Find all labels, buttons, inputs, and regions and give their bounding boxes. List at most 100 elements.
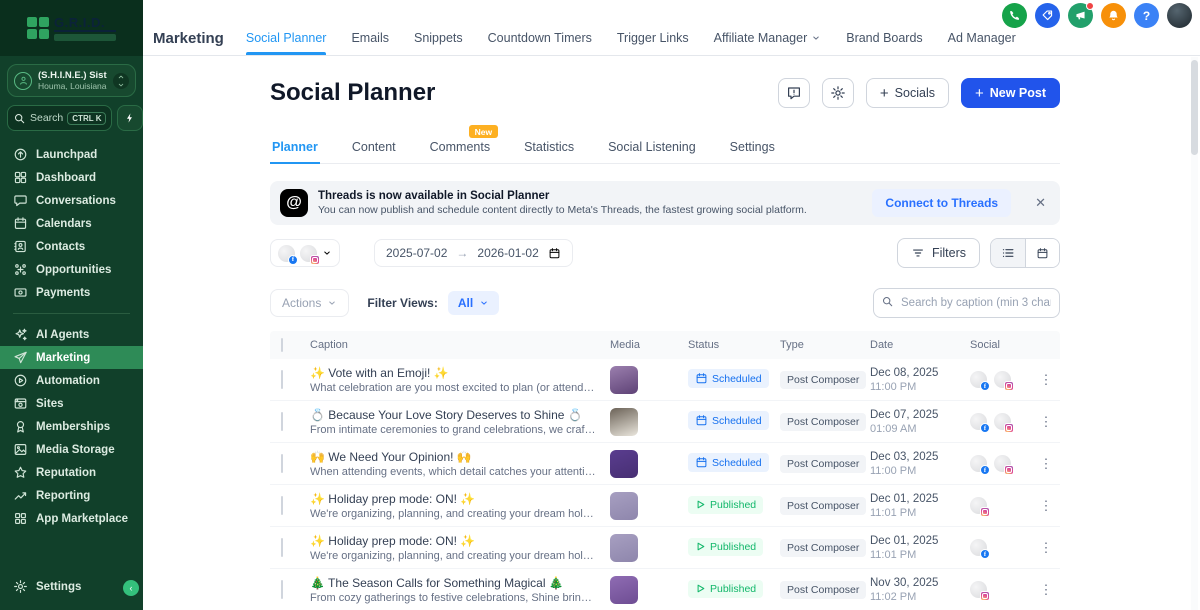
row-menu-button[interactable]: ⋮ <box>1032 540 1060 556</box>
sidebar-item-opportunities[interactable]: Opportunities <box>0 258 143 281</box>
sidebar-item-reporting[interactable]: Reporting <box>0 484 143 507</box>
plus-icon: + <box>974 84 984 102</box>
row-checkbox[interactable] <box>281 369 283 389</box>
sidebar-item-media-storage[interactable]: Media Storage <box>0 438 143 461</box>
status-badge: Published <box>688 537 764 556</box>
help-icon[interactable]: ? <box>1134 3 1159 28</box>
calendar-view-button[interactable] <box>1025 239 1059 267</box>
media-thumbnail[interactable] <box>610 407 638 436</box>
tab-settings[interactable]: Settings <box>728 134 777 163</box>
table-row[interactable]: 💍 Because Your Love Story Deserves to Sh… <box>270 401 1060 443</box>
media-thumbnail[interactable] <box>610 533 638 562</box>
topnav-tab-snippets[interactable]: Snippets <box>414 21 463 55</box>
row-menu-button[interactable]: ⋮ <box>1032 414 1060 430</box>
sidebar-item-dashboard[interactable]: Dashboard <box>0 166 143 189</box>
calendar-icon <box>1036 247 1049 260</box>
select-all-checkbox[interactable] <box>281 338 283 352</box>
planner-settings-button[interactable] <box>821 78 854 108</box>
topnav-tab-social-planner[interactable]: Social Planner <box>245 21 326 55</box>
media-thumbnail[interactable] <box>610 575 638 604</box>
sidebar-item-app-marketplace[interactable]: App Marketplace <box>0 507 143 530</box>
media-thumbnail[interactable] <box>610 365 638 394</box>
sidebar-item-settings[interactable]: Settings <box>0 575 143 598</box>
row-menu-button[interactable]: ⋮ <box>1032 372 1060 388</box>
row-menu-button[interactable]: ⋮ <box>1032 582 1060 598</box>
table-row[interactable]: ✨ Holiday prep mode: ON! ✨ We're organizi… <box>270 485 1060 527</box>
app-marketplace-icon <box>13 511 28 526</box>
sidebar-item-conversations[interactable]: Conversations <box>0 189 143 212</box>
sidebar-collapse-button[interactable]: ‹ <box>123 580 139 596</box>
facebook-icon: f <box>980 381 990 391</box>
sidebar-item-label: Reporting <box>36 489 91 502</box>
sidebar-search-input[interactable]: Search CTRL K <box>7 105 113 131</box>
post-caption-title: 🎄 The Season Calls for Something Magical… <box>310 575 564 590</box>
bell-icon[interactable] <box>1101 3 1126 28</box>
sidebar-item-contacts[interactable]: Contacts <box>0 235 143 258</box>
feedback-button[interactable] <box>777 78 810 108</box>
facebook-icon: f <box>980 549 990 559</box>
quick-actions-button[interactable] <box>117 105 144 131</box>
banner-close-icon[interactable]: ✕ <box>1035 195 1046 211</box>
row-checkbox[interactable] <box>281 453 283 473</box>
topnav-tab-countdown-timers[interactable]: Countdown Timers <box>488 21 592 55</box>
tab-content[interactable]: Content <box>350 134 398 163</box>
topnav-tab-brand-boards[interactable]: Brand Boards <box>846 21 922 55</box>
topnav-section[interactable]: Marketing <box>153 30 224 47</box>
sidebar-item-payments[interactable]: Payments <box>0 281 143 304</box>
topnav-tab-affiliate-manager[interactable]: Affiliate Manager <box>714 21 822 55</box>
sidebar-item-launchpad[interactable]: Launchpad <box>0 143 143 166</box>
sidebar: G.R.I.D. (S.H.I.N.E.) Sisters ... Houma,… <box>0 0 144 610</box>
sidebar-item-marketing[interactable]: Marketing <box>0 346 143 369</box>
table-row[interactable]: ✨ Vote with an Emoji! ✨ What celebration … <box>270 359 1060 401</box>
socials-button[interactable]: + Socials <box>865 78 949 108</box>
media-thumbnail[interactable] <box>610 449 638 478</box>
sidebar-item-automation[interactable]: Automation <box>0 369 143 392</box>
facebook-account-avatar: f <box>278 244 298 265</box>
tab-comments[interactable]: Comments New <box>428 125 499 163</box>
media-thumbnail[interactable] <box>610 491 638 520</box>
megaphone-icon[interactable] <box>1068 2 1094 28</box>
workspace-switcher[interactable]: (S.H.I.N.E.) Sisters ... Houma, Louisian… <box>7 64 136 97</box>
new-post-button[interactable]: + New Post <box>960 78 1060 108</box>
sidebar-item-calendars[interactable]: Calendars <box>0 212 143 235</box>
table-row[interactable]: 🙌 We Need Your Opinion! 🙌 When attending … <box>270 443 1060 485</box>
sidebar-item-label: Marketing <box>36 351 91 364</box>
table-row[interactable]: ✨ Holiday prep mode: ON! ✨ We're organizi… <box>270 527 1060 569</box>
table-row[interactable]: 🎄 The Season Calls for Something Magical… <box>270 569 1060 610</box>
user-avatar[interactable] <box>1167 3 1192 28</box>
row-checkbox[interactable] <box>281 411 283 431</box>
table-header: Caption Media Status Type Date Social <box>270 331 1060 359</box>
topnav-tab-emails[interactable]: Emails <box>351 21 389 55</box>
post-date: Dec 01, 2025 <box>870 492 939 505</box>
post-time: 01:09 AM <box>870 422 917 435</box>
caption-search-input[interactable] <box>873 288 1060 318</box>
date-range-picker[interactable]: 2025-07-02 → 2026-01-02 <box>374 239 573 267</box>
sidebar-item-memberships[interactable]: Memberships <box>0 415 143 438</box>
chevron-down-icon <box>327 298 337 308</box>
settings-icon <box>13 579 28 594</box>
sidebar-item-ai-agents[interactable]: AI Agents <box>0 323 143 346</box>
phone-icon[interactable] <box>1002 3 1027 28</box>
tab-statistics[interactable]: Statistics <box>522 134 576 163</box>
post-caption-title: ✨ Holiday prep mode: ON! ✨ <box>310 533 476 548</box>
filters-button[interactable]: Filters <box>896 238 980 268</box>
actions-dropdown[interactable]: Actions <box>270 289 350 317</box>
tab-social-listening[interactable]: Social Listening <box>606 134 698 163</box>
connect-to-threads-button[interactable]: Connect to Threads <box>872 189 1012 217</box>
row-checkbox[interactable] <box>281 495 283 515</box>
sidebar-item-label: Reputation <box>36 466 97 479</box>
row-menu-button[interactable]: ⋮ <box>1032 498 1060 514</box>
list-view-button[interactable] <box>991 239 1025 267</box>
sidebar-item-reputation[interactable]: Reputation <box>0 461 143 484</box>
instagram-account-avatar <box>300 244 320 265</box>
row-checkbox[interactable] <box>281 537 283 557</box>
topnav-tab-trigger-links[interactable]: Trigger Links <box>617 21 689 55</box>
filter-views-dropdown[interactable]: All <box>447 291 500 315</box>
row-checkbox[interactable] <box>281 579 283 599</box>
account-filter-pill[interactable]: f <box>270 239 340 267</box>
sidebar-item-sites[interactable]: Sites <box>0 392 143 415</box>
row-menu-button[interactable]: ⋮ <box>1032 456 1060 472</box>
scrollbar-thumb[interactable] <box>1191 60 1198 155</box>
tab-planner[interactable]: Planner <box>270 134 320 164</box>
ticket-icon[interactable] <box>1035 3 1060 28</box>
